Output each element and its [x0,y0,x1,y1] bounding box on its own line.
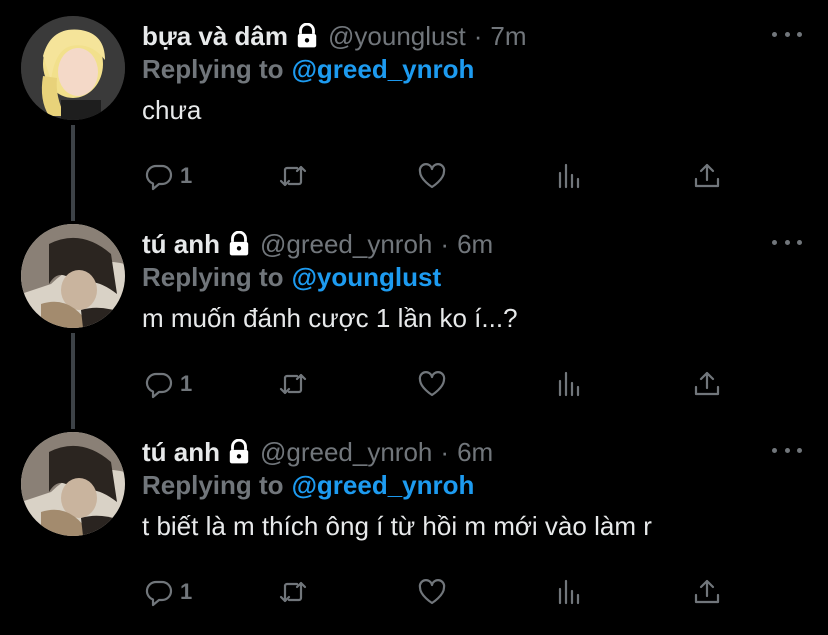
lock-icon [294,23,320,49]
separator-dot: · [440,436,450,467]
timestamp[interactable]: 7m [490,21,526,52]
reply-icon [145,372,173,399]
replying-to: Replying to @greed_ynroh [142,54,474,86]
display-name[interactable]: bựa và dâm [142,21,288,52]
share-button[interactable] [692,158,722,194]
replying-label: Replying to [142,470,284,500]
reply-count: 1 [180,371,193,396]
more-options-icon[interactable] [772,438,802,462]
retweet-icon [279,373,307,395]
analytics-icon [558,579,580,605]
replying-label: Replying to [142,54,284,84]
mention-link[interactable]: @greed_ynroh [292,470,475,500]
handle[interactable]: @greed_ynroh [260,437,432,468]
retweet-icon [279,165,307,187]
lock-icon [226,231,252,257]
share-icon [694,371,720,396]
more-options-icon[interactable] [772,230,802,254]
tweet-header: tú anh @greed_ynroh · 6m [142,434,493,470]
blonde-person-avatar [21,16,125,120]
mention-link[interactable]: @greed_ynroh [292,54,475,84]
heart-icon [418,163,446,189]
tweet-header: bựa và dâm @younglust · 7m [142,18,527,54]
reply-button[interactable]: 1 [144,574,192,610]
retweet-button[interactable] [278,366,308,402]
analytics-icon [558,371,580,397]
share-icon [694,163,720,188]
tweet[interactable]: tú anh @greed_ynroh · 6m Replying to @you… [0,208,828,416]
analytics-button[interactable] [555,574,585,610]
like-button[interactable] [417,574,447,610]
avatar[interactable] [21,432,125,536]
tweet[interactable]: bựa và dâm @younglust · 7m Replying to @g… [0,0,828,208]
like-button[interactable] [417,158,447,194]
avatar[interactable] [21,16,125,120]
reply-icon [145,164,173,191]
tweet-header: tú anh @greed_ynroh · 6m [142,226,493,262]
separator-dot: · [473,20,483,51]
tweet[interactable]: tú anh @greed_ynroh · 6m Replying to @gre… [0,416,828,624]
handle[interactable]: @greed_ynroh [260,229,432,260]
reply-count: 1 [180,163,193,188]
tweet-text: chưa [142,95,202,125]
retweet-button[interactable] [278,574,308,610]
display-name[interactable]: tú anh [142,229,220,260]
replying-label: Replying to [142,262,284,292]
separator-dot: · [440,228,450,259]
like-button[interactable] [417,366,447,402]
share-icon [694,579,720,604]
retweet-icon [279,581,307,603]
analytics-icon [558,163,580,189]
action-bar: 1 [142,574,742,610]
dark-hair-person-avatar [21,432,125,536]
action-bar: 1 [142,366,742,402]
avatar[interactable] [21,224,125,328]
handle[interactable]: @younglust [328,21,466,52]
more-options-icon[interactable] [772,22,802,46]
lock-icon [226,439,252,465]
reply-button[interactable]: 1 [144,158,192,194]
replying-to: Replying to @greed_ynroh [142,470,474,502]
tweet-text: m muốn đánh cược 1 lần ko í...? [142,303,518,333]
heart-icon [418,579,446,605]
retweet-button[interactable] [278,158,308,194]
display-name[interactable]: tú anh [142,437,220,468]
reply-icon [145,580,173,607]
dark-hair-person-avatar [21,224,125,328]
replying-to: Replying to @younglust [142,262,441,294]
mention-link[interactable]: @younglust [292,262,442,292]
tweet-text: t biết là m thích ông í từ hồi m mới vào… [142,511,652,541]
reply-button[interactable]: 1 [144,366,192,402]
share-button[interactable] [692,574,722,610]
share-button[interactable] [692,366,722,402]
reply-count: 1 [180,579,193,604]
heart-icon [418,371,446,397]
analytics-button[interactable] [555,158,585,194]
timestamp[interactable]: 6m [457,437,493,468]
analytics-button[interactable] [555,366,585,402]
timestamp[interactable]: 6m [457,229,493,260]
action-bar: 1 [142,158,742,194]
